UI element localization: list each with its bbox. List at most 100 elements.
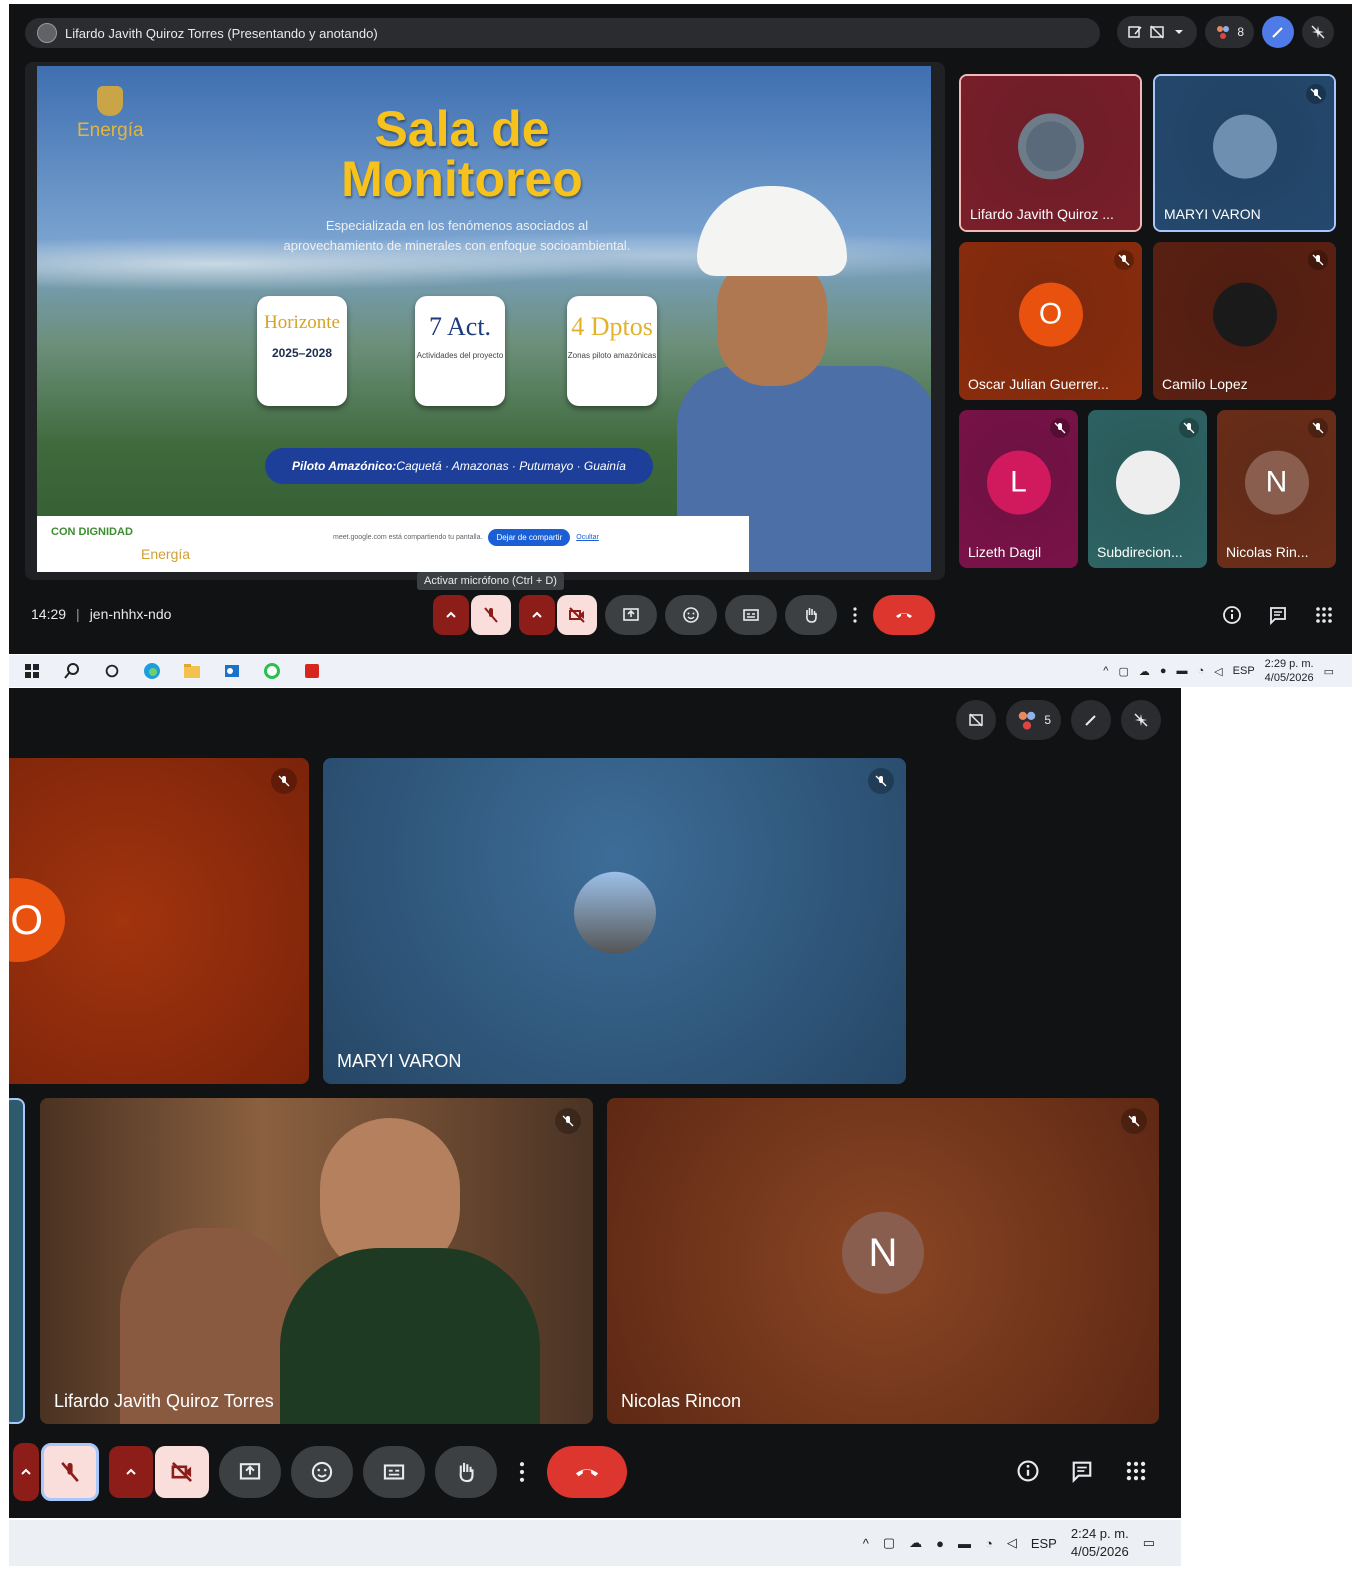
captions-icon [383,1464,405,1480]
battery-icon[interactable]: ▬ [1177,665,1188,677]
tile-oscar[interactable]: O Oscar Julian Guerrer... [959,242,1142,400]
effects-button[interactable] [1302,16,1334,48]
tile-nicolas-large[interactable]: N Nicolas Rincon [607,1098,1159,1424]
chat-icon[interactable] [1069,1458,1095,1484]
mic-icon[interactable]: ● [936,1536,944,1551]
end-call-button[interactable] [873,595,935,635]
person-right-body [280,1248,540,1424]
wifi-icon[interactable]: ◔ [985,1536,993,1551]
camera-toggle-button[interactable] [155,1446,209,1498]
meet-tray-icon[interactable]: ▢ [1118,665,1128,678]
mic-off-icon [1179,418,1199,438]
mic-group-2 [13,1443,99,1501]
tile-partial-left[interactable] [9,1098,25,1424]
taskbar-apps [9,660,323,682]
onedrive-icon[interactable]: ☁ [1139,665,1150,678]
slide-subtitle: Especializada en los fenómenos asociados… [247,216,667,256]
mic-off-icon [1308,418,1328,438]
stop-sharing-button[interactable]: Dejar de compartir [488,528,571,546]
chevron-up-icon[interactable]: ^ [863,1536,869,1551]
onedrive-icon[interactable]: ☁ [909,1535,922,1551]
tile-lifardo[interactable]: Lifardo Javith Quiroz ... [959,74,1142,232]
clock[interactable]: 2:24 p. m. 4/05/2026 [1071,1525,1129,1561]
more-vert-icon [519,1462,525,1482]
apps-grid-icon[interactable] [1313,604,1335,626]
tile-lizeth[interactable]: L Lizeth Dagil [959,410,1078,568]
file-explorer-icon[interactable] [181,660,203,682]
chat-icon[interactable] [1267,604,1289,626]
info-icon[interactable] [1221,604,1243,626]
volume-icon[interactable]: ◁ [1214,665,1222,678]
meet-tray-icon[interactable]: ▢ [883,1535,895,1551]
mic-toggle-button[interactable] [471,595,511,635]
clock[interactable]: 2:29 p. m. 4/05/2026 [1265,657,1314,685]
slide-footer: CON DIGNIDAD Energía meet.google.com est… [37,516,749,572]
gemini-button[interactable] [1262,16,1294,48]
outlook-icon[interactable] [221,660,243,682]
mic-options-button[interactable] [433,595,469,635]
apps-grid-icon[interactable] [1123,1458,1149,1484]
mic-icon[interactable]: ● [1160,665,1167,677]
edge-icon[interactable] [141,660,163,682]
avatar [1212,114,1277,179]
wifi-icon[interactable]: ◔ [1198,665,1205,677]
raise-hand-button[interactable] [785,595,837,635]
raise-hand-button[interactable] [435,1446,497,1498]
search-icon[interactable] [61,660,83,682]
participants-pill[interactable]: 8 [1205,16,1254,48]
tile-maryi-large[interactable]: MARYI VARON [323,758,906,1084]
tile-nicolas[interactable]: N Nicolas Rin... [1217,410,1336,568]
battery-icon[interactable]: ▬ [958,1536,971,1551]
avatar-letter: L [1010,465,1027,499]
end-call-button[interactable] [547,1446,627,1498]
camera-options-button[interactable] [109,1446,153,1498]
present-button[interactable] [219,1446,281,1498]
tile-name: MARYI VARON [1164,206,1261,222]
tile-maryi[interactable]: MARYI VARON [1153,74,1336,232]
participants-pill-2[interactable]: 5 [1006,700,1061,740]
stop-present-button[interactable] [956,700,997,740]
presentation-frame: Energía Sala de Monitoreo Especializada … [25,62,945,580]
cortana-icon[interactable] [101,660,123,682]
whatsapp-icon[interactable] [261,660,283,682]
notifications-icon[interactable]: ▭ [1143,1535,1155,1551]
mic-off-icon [1308,250,1328,270]
tile-oscar-large[interactable]: O [9,758,309,1084]
chevron-up-icon [126,1468,136,1475]
info-icon[interactable] [1015,1458,1041,1484]
annotate-pill[interactable] [1117,16,1198,48]
emoji-button[interactable] [665,595,717,635]
meet-window-bottom: 5 O MARYI VARON Lifardo Javith Quiroz To… [9,688,1181,1518]
present-button[interactable] [605,595,657,635]
notifications-icon[interactable]: ▭ [1324,665,1334,678]
con-dignidad-logo: CON DIGNIDAD [51,526,133,538]
system-tray-2: ^ ▢ ☁ ● ▬ ◔ ◁ ESP 2:24 p. m. 4/05/2026 ▭ [863,1525,1155,1561]
emoji-button[interactable] [291,1446,353,1498]
tile-name: Lifardo Javith Quiroz Torres [54,1391,274,1411]
top-right-controls-2: 5 [956,700,1161,740]
windows-start-icon[interactable] [21,660,43,682]
language-indicator[interactable]: ESP [1233,665,1255,677]
chevron-up-icon[interactable]: ^ [1103,665,1108,677]
language-indicator[interactable]: ESP [1031,1536,1057,1551]
top-right-controls: 8 [1117,16,1334,48]
acrobat-icon[interactable] [301,660,323,682]
avatar-letter: N [868,1230,898,1275]
tile-subdireccion[interactable]: Subdirecion... [1088,410,1207,568]
volume-icon[interactable]: ◁ [1007,1535,1017,1551]
camera-toggle-button[interactable] [557,595,597,635]
presenter-bar[interactable]: Lifardo Javith Quiroz Torres (Presentand… [25,18,1100,48]
captions-button[interactable] [725,595,777,635]
camera-options-button[interactable] [519,595,555,635]
annotate-button-2[interactable] [1071,700,1111,740]
more-options-button[interactable] [845,595,865,635]
slide-subtitle-line2: aprovechamiento de minerales con enfoque… [283,238,631,253]
more-options-button[interactable] [507,1446,537,1498]
tile-lifardo-video[interactable]: Lifardo Javith Quiroz Torres [40,1098,593,1424]
captions-button[interactable] [363,1446,425,1498]
tile-camilo[interactable]: Camilo Lopez [1153,242,1336,400]
hide-share-link[interactable]: Ocultar [576,534,599,541]
effects-button-2[interactable] [1121,700,1161,740]
mic-options-button[interactable] [13,1443,39,1501]
mic-toggle-button[interactable] [41,1443,99,1501]
